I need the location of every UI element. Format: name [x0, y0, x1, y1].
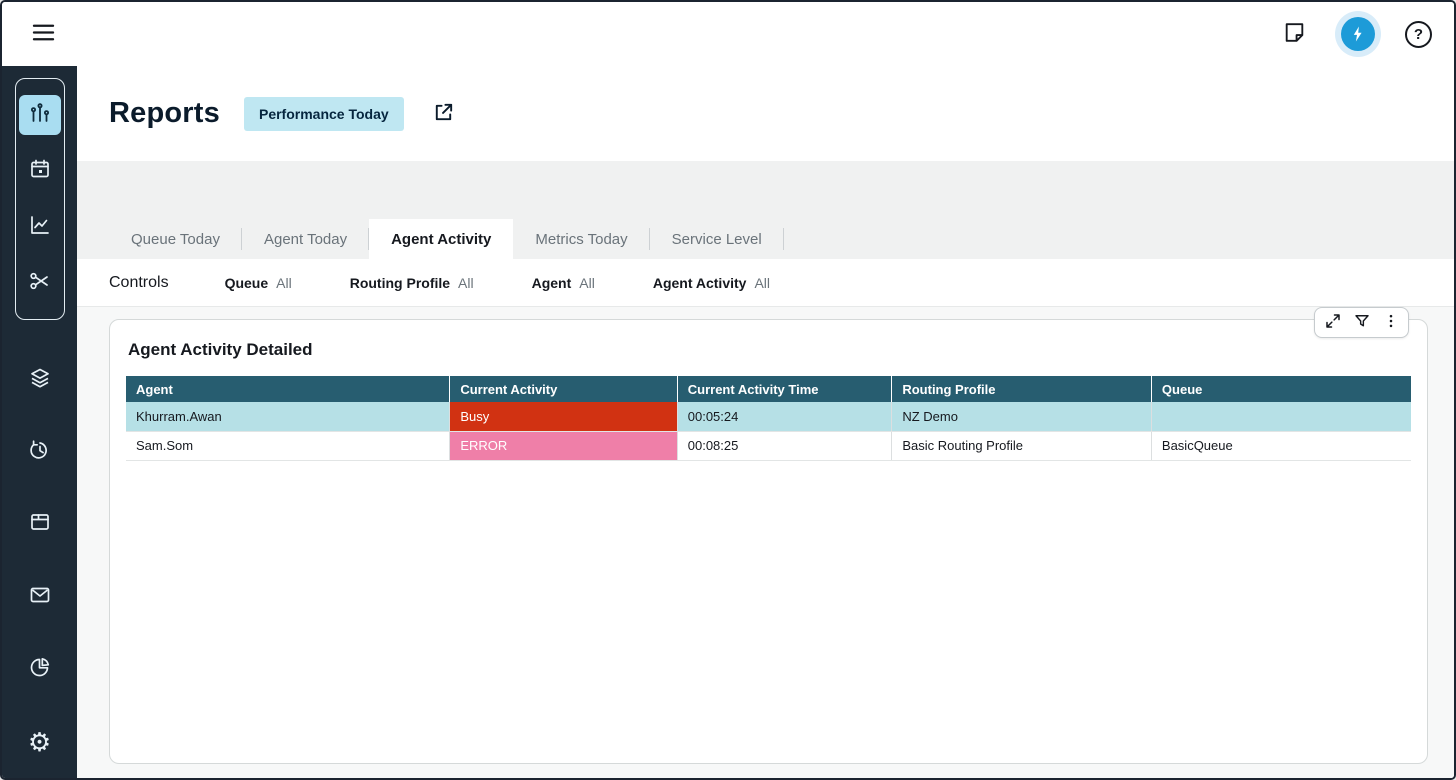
sidebar-item-custom-reports[interactable]: [19, 263, 61, 303]
table-row: Khurram.AwanBusy00:05:24NZ Demo: [126, 402, 1411, 431]
tab-metrics-today[interactable]: Metrics Today: [513, 219, 649, 259]
assistant-halo: [1335, 11, 1381, 57]
performance-today-badge[interactable]: Performance Today: [244, 97, 404, 131]
sidebar-item-dashboard[interactable]: [19, 506, 61, 544]
agent-activity-table: AgentCurrent ActivityCurrent Activity Ti…: [126, 376, 1411, 461]
controls-filters: QueueAllRouting ProfileAllAgentAllAgent …: [225, 275, 770, 291]
card-toolbar: [1314, 307, 1409, 338]
sidebar-item-pie-reports[interactable]: [19, 650, 61, 688]
filter-label: Agent: [532, 275, 572, 291]
agent-activity-card: Agent Activity Detailed AgentCurrent Act…: [109, 319, 1428, 764]
notepad-icon: [1282, 20, 1307, 48]
funnel-icon: [1353, 312, 1371, 333]
filter-value: All: [458, 275, 474, 291]
app-body: ⚙ Reports Performance Today: [2, 66, 1454, 778]
filter-agent[interactable]: Agent All: [532, 275, 595, 291]
main-content: Reports Performance Today Queue TodayAge…: [77, 66, 1454, 778]
sidebar-metrics-group: [15, 78, 65, 320]
notes-button[interactable]: [1278, 16, 1311, 52]
sidebar: ⚙: [2, 66, 77, 778]
layers-icon: [28, 366, 52, 395]
table-row: Sam.SomERROR00:08:25Basic Routing Profil…: [126, 431, 1411, 460]
filter-routing-profile[interactable]: Routing Profile All: [350, 275, 474, 291]
column-header-current-activity-time: Current Activity Time: [677, 376, 892, 402]
queue-cell: [1151, 402, 1411, 431]
table-header-row: AgentCurrent ActivityCurrent Activity Ti…: [126, 376, 1411, 402]
queue-cell: BasicQueue: [1151, 431, 1411, 460]
expand-button[interactable]: [1319, 310, 1346, 335]
help-button[interactable]: ?: [1405, 21, 1432, 48]
filter-value: All: [276, 275, 292, 291]
filter-value: All: [579, 275, 595, 291]
help-icon: ?: [1405, 21, 1432, 48]
open-external-button[interactable]: [428, 97, 459, 131]
assistant-button[interactable]: [1335, 11, 1381, 57]
tab-agent-activity[interactable]: Agent Activity: [369, 219, 513, 259]
routing-profile-cell: Basic Routing Profile: [892, 431, 1152, 460]
filter-label: Routing Profile: [350, 275, 450, 291]
routing-profile-cell: NZ Demo: [892, 402, 1152, 431]
line-chart-icon: [28, 213, 52, 242]
window-icon: [28, 510, 52, 539]
activity-cell: ERROR: [450, 431, 677, 460]
scissors-icon: [28, 269, 52, 298]
sidebar-item-scheduled-reports[interactable]: [19, 151, 61, 191]
column-header-current-activity: Current Activity: [450, 376, 677, 402]
mail-icon: [28, 583, 52, 612]
bar-chart-icon: [28, 101, 52, 130]
activity-time-cell: 00:08:25: [677, 431, 892, 460]
sidebar-item-realtime-metrics[interactable]: [19, 95, 61, 135]
filter-value: All: [754, 275, 770, 291]
column-header-queue: Queue: [1151, 376, 1411, 402]
sidebar-item-layers[interactable]: [19, 361, 61, 399]
topbar-actions: ?: [1278, 11, 1432, 57]
agent-cell: Sam.Som: [126, 431, 450, 460]
history-clock-icon: [28, 438, 52, 467]
expand-icon: [1324, 312, 1342, 333]
filter-agent-activity[interactable]: Agent Activity All: [653, 275, 770, 291]
tab-bar: Queue TodayAgent TodayAgent ActivityMetr…: [109, 219, 1454, 259]
lightning-icon: [1341, 17, 1375, 51]
agent-cell: Khurram.Awan: [126, 402, 450, 431]
pie-chart-icon: [28, 655, 52, 684]
tab-service-level[interactable]: Service Level: [650, 219, 784, 259]
sidebar-item-mail[interactable]: [19, 578, 61, 616]
tab-agent-today[interactable]: Agent Today: [242, 219, 369, 259]
filter-queue[interactable]: Queue All: [225, 275, 292, 291]
kebab-menu-icon: [1382, 312, 1400, 333]
app-window: ?: [0, 0, 1456, 780]
page-title: Reports: [109, 97, 220, 130]
controls-title: Controls: [109, 274, 169, 292]
activity-time-cell: 00:05:24: [677, 402, 892, 431]
sidebar-item-historical-metrics[interactable]: [19, 207, 61, 247]
gear-icon: ⚙: [28, 729, 51, 755]
external-link-icon: [432, 101, 455, 127]
activity-cell: Busy: [450, 402, 677, 431]
table-body: Khurram.AwanBusy00:05:24NZ DemoSam.SomER…: [126, 402, 1411, 460]
page-header: Reports Performance Today: [77, 66, 1454, 161]
filter-label: Queue: [225, 275, 269, 291]
filter-button[interactable]: [1348, 310, 1375, 335]
hamburger-icon: [30, 19, 57, 49]
tabs-strip: Queue TodayAgent TodayAgent ActivityMetr…: [77, 161, 1454, 259]
filter-label: Agent Activity: [653, 275, 747, 291]
calendar-icon: [28, 157, 52, 186]
controls-row: Controls QueueAllRouting ProfileAllAgent…: [77, 259, 1454, 307]
column-header-routing-profile: Routing Profile: [892, 376, 1152, 402]
content-area: Agent Activity Detailed AgentCurrent Act…: [77, 307, 1454, 778]
sidebar-item-settings[interactable]: ⚙: [19, 723, 61, 761]
column-header-agent: Agent: [126, 376, 450, 402]
tab-queue-today[interactable]: Queue Today: [109, 219, 242, 259]
topbar: ?: [2, 2, 1454, 66]
card-title: Agent Activity Detailed: [128, 340, 1411, 360]
sidebar-item-history[interactable]: [19, 433, 61, 471]
more-options-button[interactable]: [1377, 310, 1404, 335]
menu-button[interactable]: [26, 15, 61, 53]
